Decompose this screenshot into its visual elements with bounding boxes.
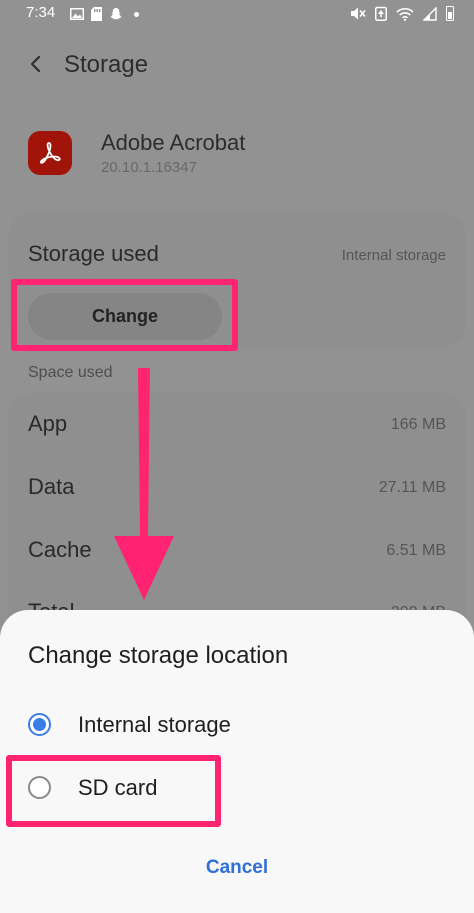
adobe-acrobat-icon (28, 131, 72, 175)
more-notifications-dot (134, 11, 139, 17)
sd-card-highlight-box (6, 755, 221, 827)
internal-storage-radio[interactable] (28, 713, 51, 736)
internal-storage-option-label[interactable]: Internal storage (78, 712, 231, 738)
cache-size-label: Cache (28, 537, 92, 562)
sd-card-icon (91, 7, 102, 21)
wifi-icon (396, 7, 414, 21)
app-name: Adobe Acrobat (101, 130, 246, 155)
cache-size-value: 6.51 MB (386, 542, 446, 559)
app-size-label: App (28, 411, 68, 436)
back-arrow-icon[interactable] (24, 50, 48, 78)
cancel-button[interactable]: Cancel (160, 850, 314, 886)
status-bar: 7:34 (0, 0, 474, 30)
battery-icon (446, 6, 454, 21)
space-used-label: Space used (28, 364, 113, 381)
storage-used-label: Storage used (28, 241, 159, 266)
down-arrow-annotation (114, 368, 174, 600)
system-icons (350, 6, 454, 21)
page-title: Storage (64, 51, 149, 78)
app-size-value: 166 MB (390, 416, 446, 433)
change-highlight-box (11, 279, 238, 351)
mute-icon (351, 7, 366, 20)
app-version: 20.10.1.16347 (101, 159, 197, 176)
status-time: 7:34 (26, 4, 56, 21)
gallery-icon (70, 8, 84, 20)
data-size-value: 27.11 MB (378, 479, 446, 496)
storage-location-value: Internal storage (341, 247, 446, 264)
signal-icon (423, 6, 437, 21)
dialog-title: Change storage location (28, 642, 289, 669)
data-saver-icon (375, 6, 387, 21)
snapchat-icon (110, 8, 122, 20)
notification-icons (70, 7, 139, 21)
data-size-label: Data (28, 474, 75, 499)
